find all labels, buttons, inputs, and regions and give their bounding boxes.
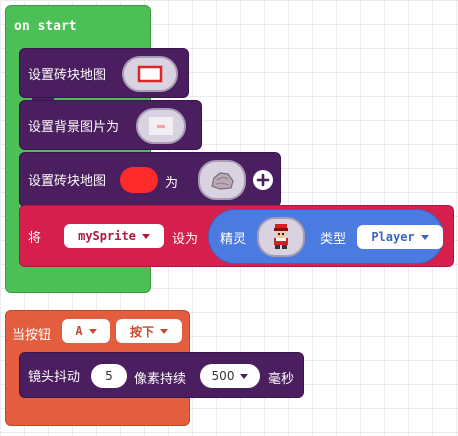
- tilemap-thumbnail-icon[interactable]: [122, 56, 178, 92]
- camera-shake-label: 镜头抖动: [28, 369, 81, 385]
- shake-suffix-label: 毫秒: [268, 372, 295, 387]
- sprite-variable-value: mySprite: [78, 229, 136, 243]
- chevron-down-icon: [420, 234, 429, 240]
- set-tilemap-block[interactable]: 设置砖块地图: [19, 48, 189, 104]
- player-sprite-icon[interactable]: [257, 217, 305, 257]
- shake-pixels-value: 5: [105, 369, 113, 383]
- set-tile-mid-label: 为: [165, 176, 179, 191]
- chevron-down-icon: [88, 328, 97, 334]
- shake-duration-value: 500: [211, 369, 235, 383]
- set-tile-label: 设置砖块地图: [28, 174, 107, 189]
- set-tilemap-label: 设置砖块地图: [28, 67, 107, 83]
- event-dropdown[interactable]: 按下: [116, 319, 182, 343]
- sprite-kind-dropdown[interactable]: Player: [357, 225, 443, 249]
- sprite-label: 精灵: [220, 232, 247, 247]
- button-value: A: [75, 324, 83, 338]
- plus-circle-icon[interactable]: [253, 170, 273, 190]
- set-background-label: 设置背景图片为: [28, 119, 120, 135]
- shake-mid-label: 像素持续: [134, 372, 187, 387]
- event-value: 按下: [129, 324, 154, 339]
- sprite-kind-label: 类型: [320, 232, 347, 247]
- chevron-down-icon: [141, 233, 150, 239]
- set-sprite-prefix: 将: [28, 230, 42, 246]
- set-tile-block[interactable]: 设置砖块地图 为: [19, 152, 281, 207]
- chevron-down-icon: [160, 328, 168, 334]
- shake-duration-dropdown[interactable]: 500: [200, 364, 260, 388]
- sprite-variable-dropdown[interactable]: mySprite: [64, 224, 164, 248]
- background-thumbnail-icon[interactable]: [136, 108, 186, 144]
- create-sprite-reporter[interactable]: 精灵 类型 Player: [208, 209, 444, 264]
- rock-tile-icon[interactable]: [198, 160, 246, 200]
- camera-shake-block[interactable]: 镜头抖动 5 像素持续 500 毫秒: [19, 352, 304, 398]
- chevron-down-icon: [240, 373, 249, 379]
- set-background-block[interactable]: 设置背景图片为: [19, 100, 202, 150]
- sprite-kind-value: Player: [371, 230, 415, 244]
- tile-color-swatch[interactable]: [120, 167, 158, 193]
- on-start-label: on start: [14, 19, 77, 34]
- set-sprite-block[interactable]: 将 mySprite 设为 精灵 类型 Player: [19, 205, 454, 267]
- shake-pixels-input[interactable]: 5: [91, 364, 127, 388]
- set-sprite-to-label: 设为: [172, 232, 199, 247]
- on-button-label: 当按钮: [12, 328, 52, 343]
- button-dropdown[interactable]: A: [62, 319, 110, 343]
